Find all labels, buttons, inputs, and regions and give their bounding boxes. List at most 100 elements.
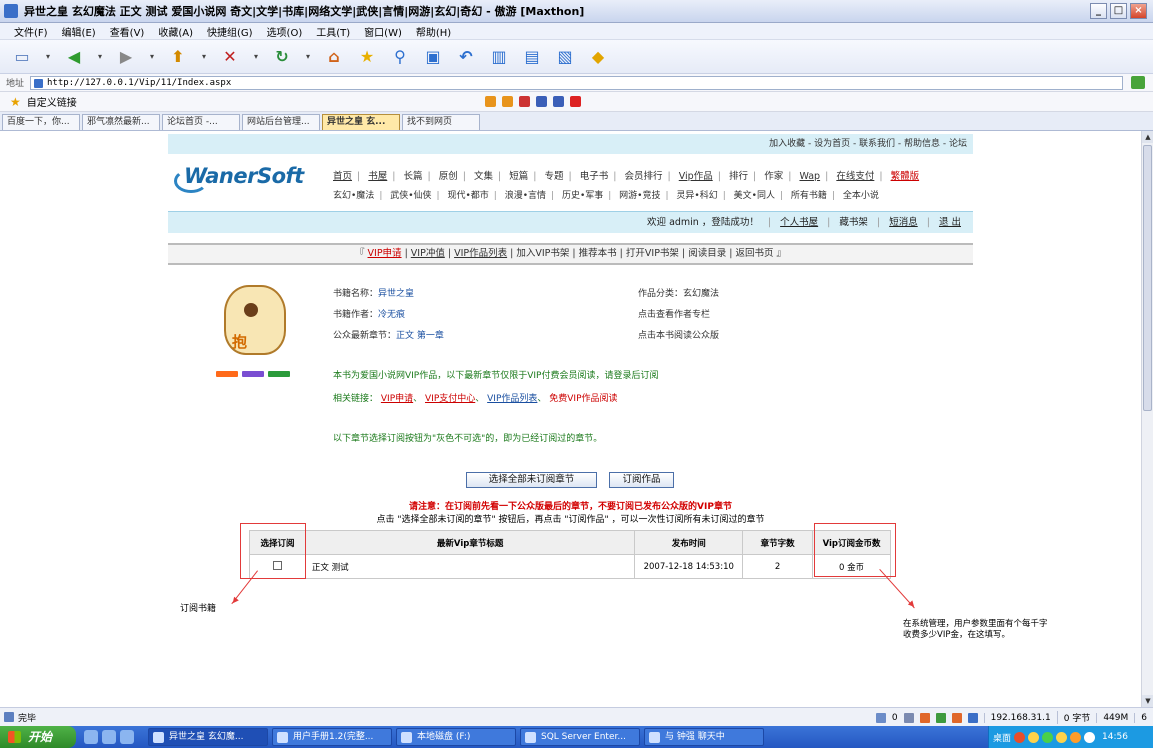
vip-apply-link[interactable]: VIP申请 <box>368 248 402 259</box>
url-input[interactable]: http://127.0.0.1/Vip/11/Index.aspx <box>30 75 1123 90</box>
nav-ebook[interactable]: 电子书 <box>580 171 609 182</box>
status-icon[interactable] <box>919 712 930 723</box>
link-bookshelf[interactable]: 藏书架 <box>839 217 868 228</box>
nav-home[interactable]: 首页 <box>333 171 352 182</box>
genre-complete[interactable]: 全本小说 <box>843 191 879 201</box>
tray-icon[interactable] <box>1084 731 1096 743</box>
task-chat[interactable]: 与 钟强 聊天中 <box>644 728 764 746</box>
nav-collection[interactable]: 文集 <box>474 171 493 182</box>
open-vip-shelf-link[interactable]: 打开VIP书架 <box>626 248 679 259</box>
favorites-star-icon[interactable]: ★ <box>355 45 379 69</box>
rel-free-vip[interactable]: 免费VIP作品阅读 <box>549 394 617 404</box>
columns-icon[interactable]: ▥ <box>487 45 511 69</box>
nav-short[interactable]: 短篇 <box>509 171 528 182</box>
status-icon[interactable] <box>875 712 886 723</box>
close-quick-icon[interactable] <box>519 96 530 107</box>
genre-all[interactable]: 所有书籍 <box>791 191 827 201</box>
link-personal-bookhouse[interactable]: 个人书屋 <box>780 217 818 228</box>
nav-author[interactable]: 作家 <box>764 171 783 182</box>
menu-options[interactable]: 选项(O) <box>267 24 303 39</box>
genre-scifi[interactable]: 灵异•科幻 <box>676 191 717 201</box>
genre-essay[interactable]: 美文•同人 <box>734 191 775 201</box>
book-name-value[interactable]: 异世之皇 <box>378 289 414 299</box>
chevron-down-icon[interactable]: ▾ <box>251 45 261 69</box>
chevron-down-icon[interactable]: ▾ <box>199 45 209 69</box>
popup-block-icon[interactable] <box>903 712 914 723</box>
split-view-icon[interactable]: ▤ <box>520 45 544 69</box>
genre-history[interactable]: 历史•军事 <box>562 191 603 201</box>
author-column-link[interactable]: 点击查看作者专栏 <box>638 307 710 320</box>
nav-pay[interactable]: 在线支付 <box>836 171 874 182</box>
desktop-label[interactable]: 桌面 <box>993 731 1011 744</box>
status-icon[interactable] <box>967 712 978 723</box>
tab-forum[interactable]: 论坛首页 -... <box>162 114 240 130</box>
nav-long[interactable]: 长篇 <box>404 171 423 182</box>
vip-recharge-link[interactable]: VIP冲值 <box>411 248 445 259</box>
site-logo[interactable]: WanerSoft <box>174 161 306 195</box>
tray-icon[interactable] <box>1042 731 1054 743</box>
top-links[interactable]: 加入收藏 - 设为首页 - 联系我们 - 帮助信息 - 论坛 <box>168 134 973 154</box>
task-disk[interactable]: 本地磁盘 (F:) <box>396 728 516 746</box>
genre-wuxia[interactable]: 武侠•仙侠 <box>390 191 431 201</box>
search-icon[interactable]: ⚲ <box>388 45 412 69</box>
tray-icon[interactable] <box>1028 731 1040 743</box>
back-quick-icon[interactable] <box>485 96 496 107</box>
forward-icon[interactable]: ▶ <box>114 45 138 69</box>
nav-traditional[interactable]: 繁體版 <box>891 171 920 182</box>
up-icon[interactable]: ⬆ <box>166 45 190 69</box>
menu-help[interactable]: 帮助(H) <box>416 24 451 39</box>
menu-window[interactable]: 窗口(W) <box>364 24 402 39</box>
window-quick-icon[interactable] <box>553 96 564 107</box>
tab-baidu[interactable]: 百度一下，你... <box>2 114 80 130</box>
tab-admin[interactable]: 网站后台管理... <box>242 114 320 130</box>
link-logout[interactable]: 退 出 <box>939 217 961 228</box>
nav-wap[interactable]: Wap <box>799 171 820 182</box>
recommend-link[interactable]: 推荐本书 <box>579 248 617 259</box>
rel-vip-pay[interactable]: VIP支付中心 <box>425 394 475 404</box>
save-quick-icon[interactable] <box>536 96 547 107</box>
undo-icon[interactable]: ↶ <box>454 45 478 69</box>
menu-view[interactable]: 查看(V) <box>110 24 145 39</box>
tab-not-found[interactable]: 找不到网页 <box>402 114 480 130</box>
folder-icon[interactable] <box>102 730 116 744</box>
new-page-icon[interactable]: ▭ <box>10 45 34 69</box>
maximize-button[interactable]: □ <box>1110 3 1127 19</box>
nav-original[interactable]: 原创 <box>439 171 458 182</box>
notes-icon[interactable]: ▧ <box>553 45 577 69</box>
plugin-icon[interactable]: ◆ <box>586 45 610 69</box>
genre-urban[interactable]: 现代•都市 <box>447 191 488 201</box>
menu-tools[interactable]: 工具(T) <box>316 24 350 39</box>
row-title[interactable]: 正文 测试 <box>304 554 636 579</box>
read-toc-link[interactable]: 阅读目录 <box>688 248 726 259</box>
refresh-icon[interactable]: ↻ <box>270 45 294 69</box>
back-icon[interactable]: ◀ <box>62 45 86 69</box>
nav-vip[interactable]: Vip作品 <box>679 171 713 182</box>
genre-games[interactable]: 网游•竞技 <box>619 191 660 201</box>
start-button[interactable]: 开始 <box>0 726 76 748</box>
close-button[interactable]: × <box>1130 3 1147 19</box>
nav-bookhouse[interactable]: 书屋 <box>368 171 387 182</box>
book-author-value[interactable]: 冷无痕 <box>378 310 405 320</box>
genre-romance[interactable]: 浪漫•言情 <box>505 191 546 201</box>
menu-favorites[interactable]: 收藏(A) <box>158 24 193 39</box>
scroll-up-icon[interactable]: ▲ <box>1142 131 1153 143</box>
tray-icon[interactable] <box>1014 731 1026 743</box>
chevron-down-icon[interactable]: ▾ <box>43 45 53 69</box>
scroll-thumb[interactable] <box>1143 145 1152 411</box>
add-vip-shelf-link[interactable]: 加入VIP书架 <box>516 248 569 259</box>
custom-links[interactable]: 自定义链接 <box>27 94 77 109</box>
tab-current[interactable]: 异世之皇 玄... <box>322 114 400 130</box>
scroll-down-icon[interactable]: ▼ <box>1142 695 1153 707</box>
book-latest-value[interactable]: 正文 第一章 <box>396 331 444 341</box>
tray-icon[interactable] <box>1070 731 1082 743</box>
back-to-book-link[interactable]: 返回书页 <box>735 248 773 259</box>
chevron-down-icon[interactable]: ▾ <box>95 45 105 69</box>
chevron-down-icon[interactable]: ▾ <box>147 45 157 69</box>
vertical-scrollbar[interactable]: ▲ ▼ <box>1141 131 1153 707</box>
genre-fantasy[interactable]: 玄幻•魔法 <box>333 191 374 201</box>
menu-edit[interactable]: 编辑(E) <box>62 24 96 39</box>
close-all-icon[interactable] <box>570 96 581 107</box>
public-version-link[interactable]: 点击本书阅读公众版 <box>638 328 719 341</box>
select-all-button[interactable]: 选择全部未订阅章节 <box>466 472 597 488</box>
tray-icon[interactable] <box>1056 731 1068 743</box>
